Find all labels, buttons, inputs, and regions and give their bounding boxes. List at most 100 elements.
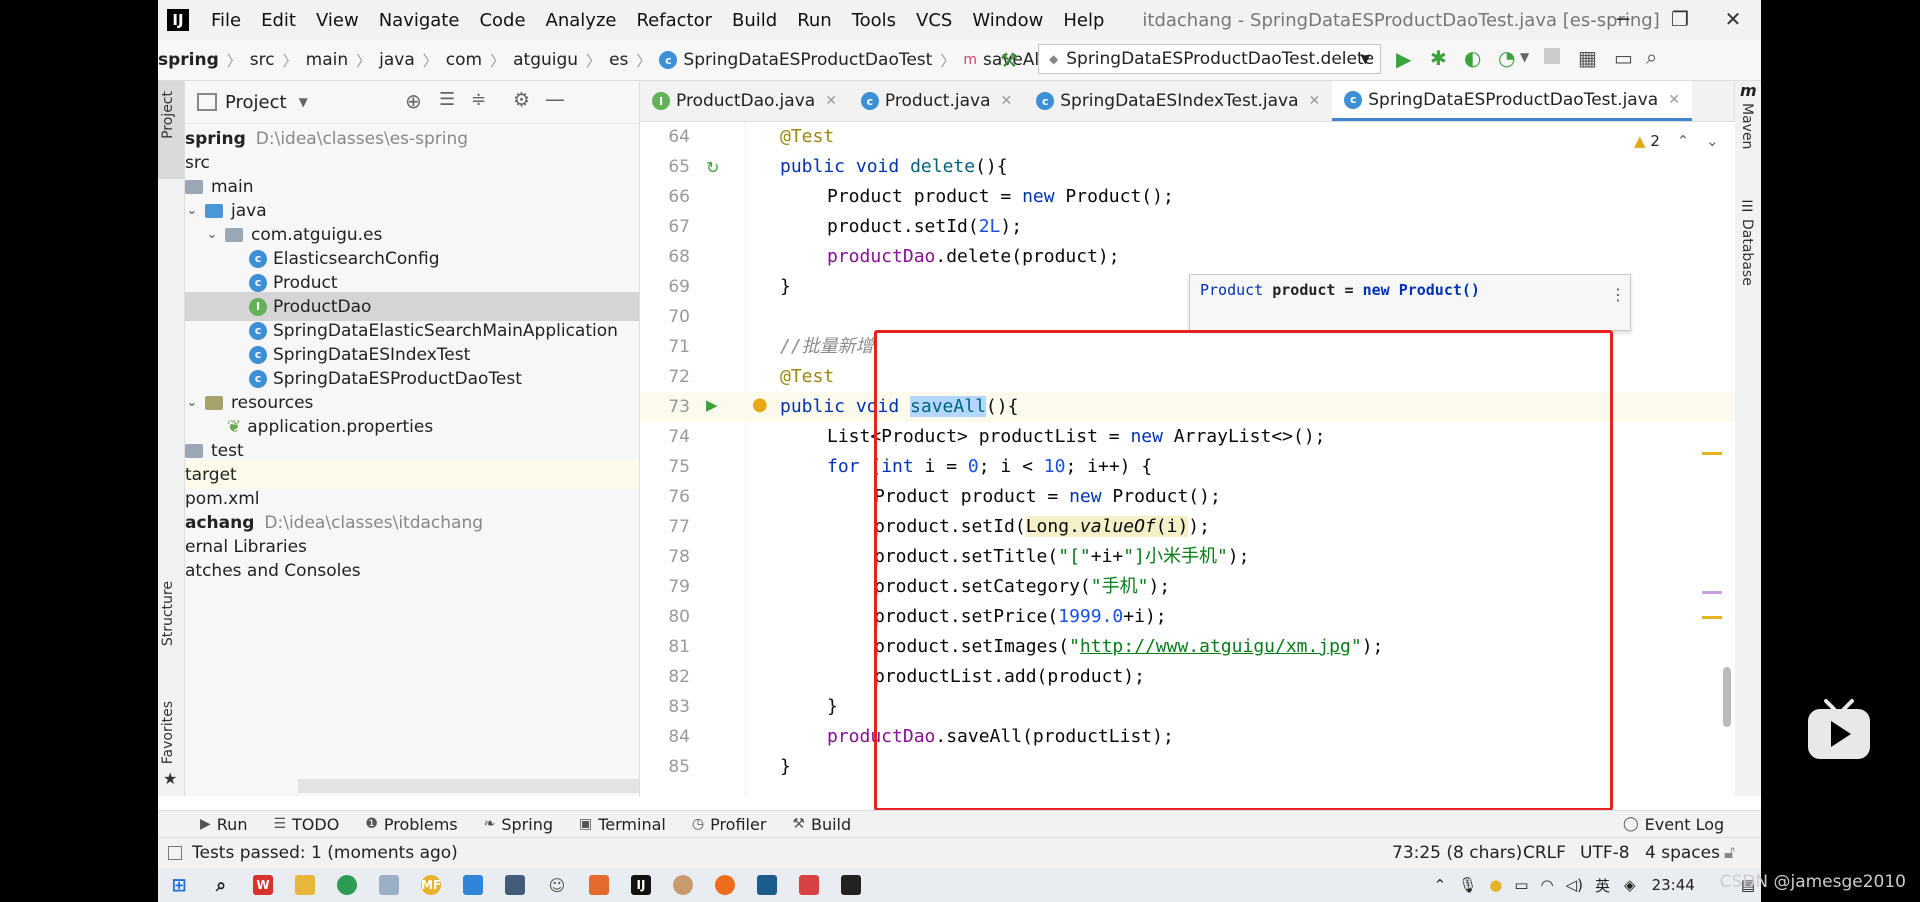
restore-icon[interactable]: ❐ — [1655, 4, 1705, 34]
breadcrumb-es[interactable]: es — [609, 50, 628, 70]
video-player-icon[interactable] — [1806, 697, 1872, 763]
build-hammer-icon[interactable]: ⚒ — [1000, 48, 1018, 72]
search-icon[interactable]: ⌕ — [1646, 45, 1657, 69]
project-view-selector[interactable]: Project — [225, 92, 287, 113]
project-structure-icon[interactable]: ▦ — [1578, 46, 1597, 70]
menu-navigate[interactable]: Navigate — [369, 10, 470, 31]
menu-file[interactable]: File — [201, 10, 251, 31]
vertical-scrollbar[interactable] — [1723, 667, 1731, 727]
smiley-icon[interactable]: ☺ — [547, 875, 567, 895]
maven-tool-tab[interactable]: Maven — [1739, 103, 1755, 149]
breadcrumb-atguigu[interactable]: atguigu — [513, 50, 578, 70]
app-icon[interactable] — [379, 875, 399, 895]
volume-icon[interactable]: ◁) — [1566, 876, 1583, 894]
layout-icon[interactable]: ▭ — [1614, 46, 1633, 70]
breadcrumb-src[interactable]: src — [250, 50, 275, 70]
intellij-icon[interactable]: IJ — [631, 875, 651, 895]
battery-icon[interactable]: ▭ — [1514, 876, 1528, 894]
windows-start-icon[interactable]: ⊞ — [169, 875, 189, 896]
menu-edit[interactable]: Edit — [251, 10, 306, 31]
menu-build[interactable]: Build — [722, 10, 787, 31]
tab-springdataesindextest[interactable]: c SpringDataESIndexTest.java ✕ — [1024, 81, 1332, 121]
lightbulb-icon[interactable]: ● — [752, 394, 768, 415]
wps-icon[interactable]: W — [253, 875, 273, 895]
app-icon[interactable] — [715, 875, 735, 895]
run-icon[interactable]: ▶ — [1396, 47, 1411, 71]
structure-tool-tab[interactable]: Structure — [160, 581, 176, 646]
locate-file-icon[interactable]: ⊕ — [405, 89, 422, 113]
tab-product[interactable]: c Product.java ✕ — [849, 81, 1024, 121]
wifi-icon[interactable]: ◠ — [1541, 876, 1554, 894]
hide-panel-icon[interactable]: — — [545, 87, 565, 111]
status-message[interactable]: Tests passed: 1 (moments ago) — [192, 843, 458, 863]
tool-run[interactable]: ▶ Run — [200, 815, 247, 834]
breadcrumb-java[interactable]: java — [379, 50, 415, 70]
coverage-icon[interactable]: ◐ — [1464, 46, 1481, 70]
tool-build[interactable]: ⚒ Build — [792, 815, 851, 834]
chevron-down-icon[interactable]: ⌄ — [205, 227, 219, 242]
menu-vcs[interactable]: VCS — [906, 10, 962, 31]
menu-window[interactable]: Window — [962, 10, 1053, 31]
tool-event-log[interactable]: ◯ Event Log — [1623, 815, 1724, 834]
breadcrumb-com[interactable]: com — [446, 50, 482, 70]
run-configuration-select[interactable]: ◆ SpringDataESProductDaoTest.delete ▼ — [1038, 44, 1381, 74]
terminal-icon[interactable] — [841, 875, 861, 895]
caret-position[interactable]: 73:25 (8 chars) — [1392, 843, 1522, 863]
menu-help[interactable]: Help — [1053, 10, 1114, 31]
breadcrumb-module[interactable]: spring — [158, 50, 219, 70]
ime-indicator[interactable]: 英 — [1595, 875, 1610, 896]
lock-icon[interactable]: 🔓︎ — [1724, 843, 1735, 863]
avatar-icon[interactable] — [673, 875, 693, 895]
app-icon[interactable] — [799, 875, 819, 895]
tree-item-scratches[interactable]: atches and Consoles — [185, 556, 639, 585]
chevron-up-icon[interactable]: ⌃ — [1677, 132, 1690, 150]
menu-code[interactable]: Code — [469, 10, 535, 31]
run-test-icon[interactable]: ▶ — [706, 396, 718, 414]
search-icon[interactable]: ⌕ — [211, 875, 231, 896]
close-tab-icon[interactable]: ✕ — [1309, 93, 1321, 109]
close-tab-icon[interactable]: ✕ — [1668, 92, 1680, 108]
microphone-icon[interactable]: 🎙︎ — [1458, 876, 1477, 894]
app-icon[interactable] — [463, 875, 483, 895]
file-encoding[interactable]: UTF-8 — [1580, 843, 1630, 863]
clock[interactable]: 23:44 — [1652, 876, 1695, 894]
chrome-icon[interactable] — [337, 875, 357, 895]
app-icon[interactable]: MF — [421, 875, 441, 895]
horizontal-scrollbar[interactable] — [298, 779, 639, 793]
chevron-down-icon[interactable]: ▼ — [299, 95, 308, 109]
minimize-icon[interactable]: ─ — [1598, 4, 1648, 34]
tool-profiler[interactable]: ◷ Profiler — [692, 815, 767, 834]
app-icon[interactable] — [505, 875, 525, 895]
file-explorer-icon[interactable] — [295, 875, 315, 895]
chevron-down-icon[interactable]: ⌄ — [185, 395, 199, 410]
indent-setting[interactable]: 4 spaces — [1645, 843, 1720, 863]
favorites-tool-tab[interactable]: Favorites — [160, 701, 176, 764]
close-icon[interactable]: ✕ — [1708, 4, 1758, 34]
chevron-down-icon[interactable]: ⌄ — [1706, 132, 1719, 150]
menu-analyze[interactable]: Analyze — [536, 10, 627, 31]
project-tool-tab[interactable]: Project — [160, 91, 176, 139]
tab-productdao[interactable]: I ProductDao.java ✕ — [640, 81, 849, 121]
collapse-all-icon[interactable]: ≑ — [471, 89, 486, 110]
expand-all-icon[interactable]: ☰ — [439, 89, 455, 110]
profile-icon[interactable]: ◔ — [1498, 46, 1515, 70]
run-test-icon[interactable]: ↻ — [706, 158, 719, 177]
close-tab-icon[interactable]: ✕ — [1001, 93, 1013, 109]
tool-problems[interactable]: ❶ Problems — [365, 815, 457, 834]
inspection-widget[interactable]: ▲ 2 ⌃ ⌄ — [1634, 132, 1719, 150]
menu-tools[interactable]: Tools — [842, 10, 906, 31]
chevron-down-icon[interactable]: ⌄ — [185, 203, 199, 218]
tool-terminal[interactable]: ▣ Terminal — [579, 815, 666, 834]
menu-run[interactable]: Run — [787, 10, 842, 31]
menu-view[interactable]: View — [306, 10, 369, 31]
gear-icon[interactable]: ⚙ — [513, 89, 530, 111]
app-tray-icon[interactable]: ● — [1489, 876, 1502, 894]
menu-refactor[interactable]: Refactor — [626, 10, 722, 31]
breadcrumb-main[interactable]: main — [306, 50, 348, 70]
debug-icon[interactable]: ✱ — [1430, 46, 1447, 70]
tab-springdataesproductdaotest[interactable]: c SpringDataESProductDaoTest.java ✕ — [1332, 81, 1692, 121]
line-separator[interactable]: CRLF — [1523, 843, 1566, 863]
breadcrumb-class[interactable]: c SpringDataESProductDaoTest — [659, 50, 932, 70]
tool-spring[interactable]: ❧ Spring — [484, 815, 553, 834]
app-icon[interactable] — [589, 875, 609, 895]
